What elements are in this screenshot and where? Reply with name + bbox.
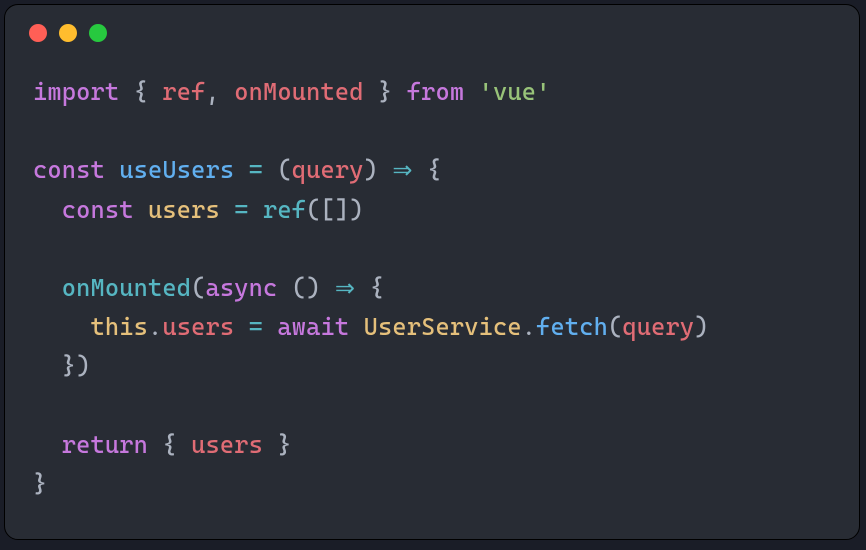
zoom-icon[interactable] <box>89 24 107 42</box>
token-punct: { <box>355 274 384 302</box>
token-punct: ( <box>608 313 622 341</box>
token-punct <box>33 431 62 459</box>
token-op: = <box>234 196 248 224</box>
token-punct: { <box>162 431 191 459</box>
token-arrow: ⇒ <box>392 156 412 184</box>
token-punct <box>234 156 248 184</box>
token-punct: ([]) <box>306 196 364 224</box>
code-line <box>33 387 831 426</box>
code-line: } <box>33 465 831 504</box>
token-op: = <box>249 313 263 341</box>
token-var: users <box>148 196 220 224</box>
token-prop: users <box>191 431 263 459</box>
window-titlebar <box>5 5 859 61</box>
token-func: ref <box>263 196 306 224</box>
code-line: import { ref, onMounted } from 'vue' <box>33 73 831 112</box>
token-punct <box>220 196 234 224</box>
token-prop: query <box>622 313 694 341</box>
token-punct: . <box>148 313 162 341</box>
token-punct: ( <box>263 156 292 184</box>
token-punct: { <box>134 78 163 106</box>
token-punct: ( <box>191 274 205 302</box>
token-punct: ) <box>694 313 708 341</box>
code-line: }) <box>33 347 831 386</box>
token-keyword: import <box>33 78 134 106</box>
token-punct <box>249 196 263 224</box>
code-line: const users = ref([]) <box>33 191 831 230</box>
token-keyword: async <box>205 274 277 302</box>
token-var: UserService <box>364 313 522 341</box>
token-prop: query <box>292 156 364 184</box>
token-keyword: await <box>277 313 363 341</box>
token-prop: onMounted <box>234 78 363 106</box>
token-punct <box>33 196 62 224</box>
code-line: onMounted(async () ⇒ { <box>33 269 831 308</box>
token-this: this <box>91 313 149 341</box>
close-icon[interactable] <box>29 24 47 42</box>
token-func: onMounted <box>62 274 191 302</box>
token-punct <box>234 313 248 341</box>
code-line <box>33 230 831 269</box>
token-string: 'vue' <box>479 78 551 106</box>
code-line: return { users } <box>33 426 831 465</box>
token-punct: { <box>413 156 442 184</box>
token-punct <box>33 313 91 341</box>
code-line: const useUsers = (query) ⇒ { <box>33 151 831 190</box>
token-arrow: ⇒ <box>335 274 355 302</box>
token-keyword: from <box>392 78 478 106</box>
code-editor[interactable]: import { ref, onMounted } from 'vue' con… <box>5 61 859 516</box>
token-punct: ) <box>364 156 393 184</box>
token-prop: users <box>162 313 234 341</box>
minimize-icon[interactable] <box>59 24 77 42</box>
token-punct <box>263 313 277 341</box>
token-keyword: return <box>62 431 163 459</box>
code-window: import { ref, onMounted } from 'vue' con… <box>4 4 860 540</box>
token-op: = <box>249 156 263 184</box>
code-line: this.users = await UserService.fetch(que… <box>33 308 831 347</box>
token-punct: } <box>263 431 292 459</box>
token-name: useUsers <box>119 156 234 184</box>
token-punct: } <box>364 78 393 106</box>
token-punct: . <box>522 313 536 341</box>
code-line <box>33 112 831 151</box>
token-keyword: const <box>62 196 148 224</box>
token-punct <box>33 274 62 302</box>
token-punct: } <box>33 470 47 498</box>
token-punct: , <box>205 78 234 106</box>
token-name: fetch <box>536 313 608 341</box>
token-punct: }) <box>33 352 91 380</box>
token-punct: () <box>277 274 335 302</box>
token-prop: ref <box>162 78 205 106</box>
token-keyword: const <box>33 156 119 184</box>
